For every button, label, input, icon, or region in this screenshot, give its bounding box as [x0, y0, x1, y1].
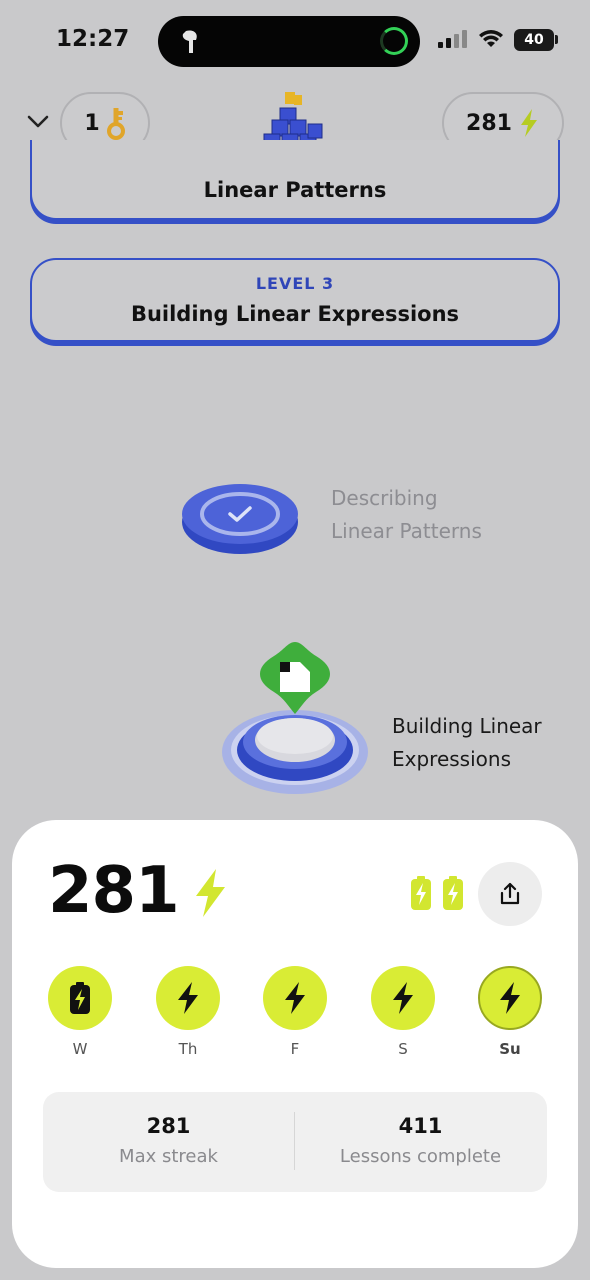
- lessons-complete-label: Lessons complete: [339, 1146, 502, 1167]
- day-label: Th: [178, 1040, 198, 1058]
- streak-stats: 281 Max streak 411 Lessons complete: [43, 1092, 547, 1192]
- day-label: Su: [499, 1040, 521, 1058]
- bolt-icon: [178, 982, 198, 1014]
- streak-day-sunday: Su: [478, 966, 542, 1058]
- airpods-icon: [182, 30, 197, 53]
- lesson-node-completed[interactable]: [180, 480, 300, 556]
- level-label: LEVEL 3: [255, 274, 335, 293]
- wifi-icon: [479, 30, 503, 47]
- bolt-icon: [520, 109, 537, 137]
- level-card[interactable]: LEVEL 3 Building Linear Expressions: [30, 258, 560, 342]
- battery-indicator: 40: [514, 29, 554, 51]
- day-label: W: [72, 1040, 88, 1058]
- max-streak-stat: 281 Max streak: [43, 1092, 294, 1167]
- lesson-label[interactable]: Building Linear Expressions: [392, 710, 542, 776]
- share-button[interactable]: [478, 862, 542, 926]
- level-title: Linear Patterns: [203, 178, 387, 202]
- lessons-complete-value: 411: [398, 1114, 443, 1138]
- level-card[interactable]: Linear Patterns: [30, 140, 560, 220]
- lessons-complete-stat: 411 Lessons complete: [295, 1092, 546, 1167]
- streak-freeze-icon: [443, 876, 463, 910]
- chevron-down-icon[interactable]: [26, 112, 50, 130]
- streak-day-thursday: Th: [156, 966, 220, 1058]
- lesson-label[interactable]: Describing Linear Patterns: [331, 482, 482, 548]
- bolt-icon: [500, 982, 520, 1014]
- dynamic-island: [158, 16, 420, 67]
- streak-day-friday: F: [263, 966, 327, 1058]
- streak-freeze-icon: [411, 876, 431, 910]
- share-icon: [500, 882, 520, 905]
- streak-count: 281: [48, 854, 180, 928]
- activity-ring-icon: [380, 27, 408, 55]
- streak-day-wednesday: W: [48, 966, 112, 1058]
- energy-count: 281: [466, 110, 512, 136]
- keys-count: 1: [84, 110, 100, 136]
- bolt-icon: [393, 982, 413, 1014]
- level-title: Building Linear Expressions: [130, 302, 460, 326]
- streak-day-saturday: S: [371, 966, 435, 1058]
- bolt-icon: [196, 869, 225, 917]
- day-label: F: [290, 1040, 300, 1058]
- cellular-signal-icon: [438, 30, 467, 48]
- status-time: 12:27: [56, 26, 130, 52]
- max-streak-label: Max streak: [119, 1146, 218, 1167]
- current-lesson-badge-icon: [260, 642, 330, 714]
- battery-tip: [555, 35, 558, 44]
- bolt-icon: [285, 982, 305, 1014]
- max-streak-value: 281: [146, 1114, 191, 1138]
- key-icon: [106, 108, 125, 140]
- battery-bolt-icon: [70, 982, 90, 1014]
- day-label: S: [398, 1040, 408, 1058]
